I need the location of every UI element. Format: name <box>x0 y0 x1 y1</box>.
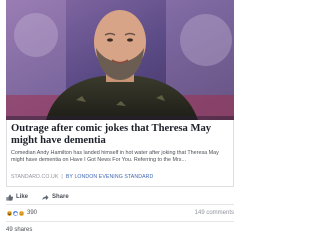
article-excerpt: Comedian Andy Hamilton has landed himsel… <box>11 150 219 163</box>
source-separator: | <box>61 174 63 180</box>
source-domain: STANDARD.CO.UK <box>11 174 59 180</box>
thumbs-up-icon <box>6 193 13 201</box>
link-preview-card[interactable]: Outrage after comic jokes that Theresa M… <box>6 120 234 187</box>
share-button[interactable]: Share <box>42 194 69 201</box>
article-source: STANDARD.CO.UK | BY LONDON EVENING STANDAR… <box>11 174 153 180</box>
reactions-bar: 390 149 comments <box>6 208 234 218</box>
divider <box>6 204 234 205</box>
post-actions: Like Share <box>6 191 234 203</box>
divider <box>6 221 234 222</box>
reaction-count[interactable]: 390 <box>27 210 37 216</box>
facebook-post: Outrage after comic jokes that Theresa M… <box>0 0 240 240</box>
share-arrow-icon <box>42 194 49 200</box>
article-headline[interactable]: Outrage after comic jokes that Theresa M… <box>11 123 229 147</box>
share-label: Share <box>52 194 69 200</box>
sad-icon[interactable] <box>18 209 25 217</box>
link-preview-image[interactable] <box>6 0 234 120</box>
man-on-tv-show-photo <box>6 0 234 120</box>
like-button[interactable]: Like <box>6 193 29 201</box>
source-author: BY LONDON EVENING STANDARD <box>65 174 154 180</box>
comment-count[interactable]: 149 comments <box>195 210 234 216</box>
share-count[interactable]: 49 shares <box>6 227 32 233</box>
like-label: Like <box>16 194 29 200</box>
